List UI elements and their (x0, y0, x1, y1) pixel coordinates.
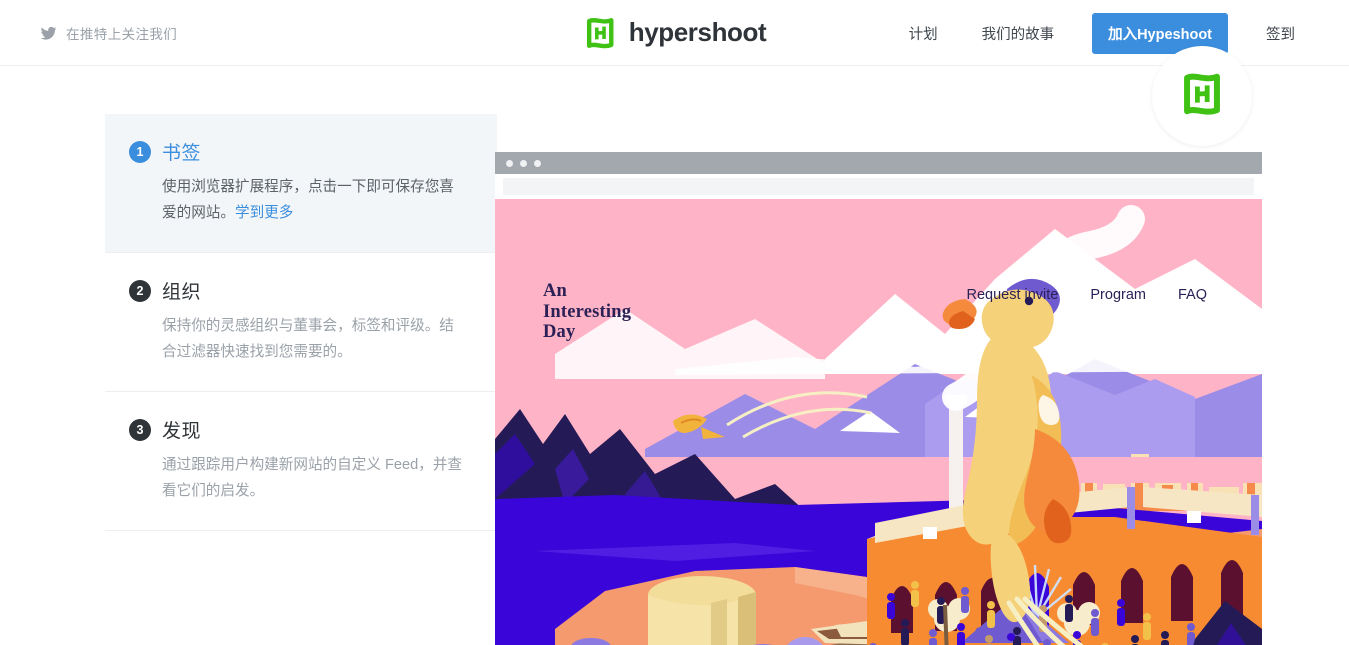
step-title: 发现 (162, 421, 202, 442)
step-number-badge: 1 (129, 140, 151, 163)
site-header: 在推特上关注我们 hypershoot 计划 我们的故事 加入Hypeshoot… (0, 0, 1349, 66)
step-description: 保持你的灵感组织与董事会，标签和评级。结合过滤器快速找到您需要的。 (162, 318, 454, 360)
window-minimize-dot-icon (520, 159, 527, 167)
mock-title-line-1: An (543, 281, 568, 301)
step-header: 1 书签 (129, 138, 473, 165)
steps-list: 1 书签 使用浏览器扩展程序，点击一下即可保存您喜爱的网站。学到更多 2 组织 … (105, 114, 497, 531)
browser-urlbar (495, 174, 1262, 199)
twitter-icon (40, 25, 57, 42)
brand-name: hypershoot (628, 17, 767, 47)
mock-nav-request-invite[interactable]: Request invite (966, 287, 1058, 303)
browser-url-input[interactable] (503, 178, 1254, 195)
floating-logo-badge (1152, 46, 1252, 146)
hypershoot-logo-icon (1179, 71, 1225, 122)
mock-nav-faq[interactable]: FAQ (1178, 287, 1207, 303)
step-header: 2 组织 (129, 277, 473, 304)
step-description-text: 使用浏览器扩展程序，点击一下即可保存您喜爱的网站。 (162, 179, 454, 221)
window-close-dot-icon (506, 159, 513, 167)
seaside-illustration (495, 199, 1262, 645)
twitter-follow-label: 在推特上关注我们 (66, 27, 178, 42)
nav-item-signin[interactable]: 签到 (1244, 23, 1317, 44)
twitter-follow-link[interactable]: 在推特上关注我们 (40, 0, 177, 66)
mock-title-line-3: Day (543, 322, 576, 342)
mock-nav-program[interactable]: Program (1090, 287, 1146, 303)
nav-item-plan[interactable]: 计划 (887, 23, 960, 44)
mock-page-title: An Interesting Day (543, 281, 631, 343)
step-description: 使用浏览器扩展程序，点击一下即可保存您喜爱的网站。学到更多 (162, 174, 462, 226)
header-nav: 计划 我们的故事 加入Hypeshoot 签到 (887, 0, 1317, 66)
step-title: 书签 (162, 143, 202, 164)
browser-mockup: An Interesting Day Request invite Progra… (495, 152, 1262, 645)
step-number-badge: 2 (129, 279, 151, 302)
learn-more-link[interactable]: 学到更多 (235, 205, 293, 221)
window-maximize-dot-icon (534, 159, 541, 167)
step-header: 3 发现 (129, 416, 473, 443)
step-description: 通过跟踪用户构建新网站的自定义 Feed，并查看它们的启发。 (162, 457, 463, 499)
mock-title-line-2: Interesting (543, 301, 632, 322)
hypershoot-logo-icon (583, 16, 617, 50)
step-item-bookmark[interactable]: 1 书签 使用浏览器扩展程序，点击一下即可保存您喜爱的网站。学到更多 (105, 114, 497, 252)
nav-item-our-story[interactable]: 我们的故事 (960, 23, 1077, 44)
main-stage: 1 书签 使用浏览器扩展程序，点击一下即可保存您喜爱的网站。学到更多 2 组织 … (0, 46, 1349, 645)
step-item-discover[interactable]: 3 发现 通过跟踪用户构建新网站的自定义 Feed，并查看它们的启发。 (105, 391, 497, 530)
mock-page-nav: Request invite Program FAQ (966, 287, 1207, 303)
step-item-organize[interactable]: 2 组织 保持你的灵感组织与董事会，标签和评级。结合过滤器快速找到您需要的。 (105, 252, 497, 391)
browser-titlebar (495, 152, 1262, 174)
step-title: 组织 (162, 282, 202, 303)
illustration-canvas: An Interesting Day Request invite Progra… (495, 199, 1262, 645)
brand-logo[interactable]: hypershoot (583, 16, 767, 50)
step-number-badge: 3 (129, 418, 151, 441)
steps-bottom-divider (105, 530, 497, 531)
